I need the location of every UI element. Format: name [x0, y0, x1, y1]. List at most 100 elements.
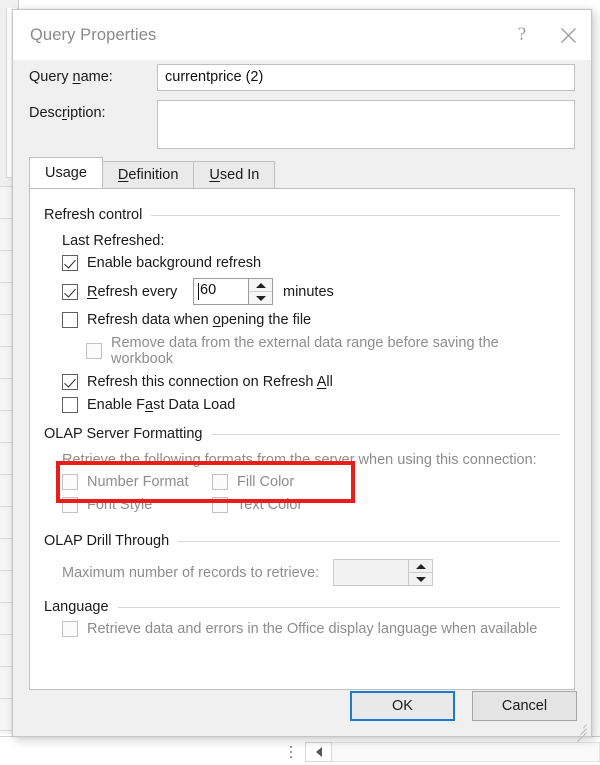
- olap-formatting-description: Retrieve the following formats from the …: [62, 452, 537, 468]
- checkbox-row-refresh-every[interactable]: Refresh every 60 minutes: [62, 278, 560, 305]
- max-records-increment-button: [409, 560, 432, 572]
- description-input[interactable]: [157, 100, 575, 149]
- group-refresh-control-body: Last Refreshed: Enable background refres…: [44, 223, 560, 413]
- group-language-body: Retrieve data and errors in the Office d…: [44, 615, 560, 637]
- close-icon: [560, 27, 576, 43]
- dialog-title: Query Properties: [30, 25, 157, 44]
- checkbox-row-font-style: Font Style: [62, 497, 212, 513]
- refresh-interval-stepper-buttons: [248, 279, 272, 304]
- tab-strip: Usage Definition Used In: [29, 157, 575, 189]
- checkbox-row-number-format: Number Format: [62, 474, 212, 490]
- group-refresh-control-header: Refresh control: [44, 207, 560, 223]
- max-records-stepper: [333, 559, 434, 586]
- checkbox-row-enable-background-refresh[interactable]: Enable background refresh: [62, 255, 560, 271]
- group-olap-server-formatting-title: OLAP Server Formatting: [44, 426, 203, 442]
- triangle-down-icon: [255, 295, 266, 301]
- divider: [117, 606, 560, 608]
- resize-grip[interactable]: [574, 720, 587, 743]
- checkbox-number-format-label: Number Format: [87, 474, 189, 490]
- refresh-interval-input[interactable]: 60: [194, 279, 248, 304]
- group-refresh-control-title: Refresh control: [44, 207, 143, 223]
- query-name-label-text: Query name:: [29, 69, 113, 85]
- horizontal-scroll-left-button[interactable]: [305, 742, 332, 762]
- group-olap-drill-through-body: Maximum number of records to retrieve:: [44, 549, 560, 586]
- checkbox-row-refresh-all[interactable]: Refresh this connection on Refresh All: [62, 374, 560, 390]
- refresh-interval-increment-button[interactable]: [249, 279, 272, 291]
- checkbox-text-color: [212, 497, 228, 513]
- refresh-interval-stepper[interactable]: 60: [193, 278, 273, 305]
- triangle-up-icon: [255, 282, 266, 288]
- dialog-title-bar[interactable]: Query Properties ?: [13, 10, 591, 60]
- checkbox-fill-color: [212, 474, 228, 490]
- checkbox-remove-data-label: Remove data from the external data range…: [111, 335, 499, 367]
- refresh-interval-decrement-button[interactable]: [249, 291, 272, 304]
- checkbox-remove-data: [86, 343, 102, 359]
- max-records-stepper-buttons: [408, 560, 433, 585]
- max-records-decrement-button: [409, 572, 433, 585]
- olap-formatting-options-row-1: Number Format Fill Color: [62, 474, 560, 497]
- usage-tab-panel: Refresh control Last Refreshed: Enable b…: [29, 188, 575, 690]
- max-records-label: Maximum number of records to retrieve:: [62, 564, 320, 581]
- description-row: Description:: [29, 100, 575, 149]
- checkbox-font-style-label: Font Style: [87, 497, 153, 513]
- checkbox-refresh-every[interactable]: [62, 283, 78, 300]
- group-olap-drill-through-header: OLAP Drill Through: [44, 533, 560, 549]
- group-refresh-control: Refresh control Last Refreshed: Enable b…: [44, 207, 560, 413]
- cancel-button[interactable]: Cancel: [472, 691, 577, 721]
- checkbox-text-color-label: Text Color: [237, 497, 303, 513]
- close-button[interactable]: [545, 10, 591, 60]
- divider: [151, 214, 560, 216]
- olap-column-left-1: Number Format: [62, 474, 212, 497]
- divider: [178, 540, 560, 542]
- checkbox-number-format: [62, 474, 78, 490]
- checkbox-row-fast-data-load[interactable]: Enable Fast Data Load: [62, 397, 560, 413]
- tab-definition-label: Definition: [117, 167, 179, 183]
- tab-used-in[interactable]: Used In: [193, 161, 276, 189]
- checkbox-row-remove-data: Remove data from the external data range…: [62, 335, 560, 367]
- checkbox-refresh-all[interactable]: [62, 374, 78, 390]
- title-bar-buttons: ?: [499, 10, 591, 60]
- checkbox-fast-data-load-label: Enable Fast Data Load: [87, 397, 236, 413]
- group-language-title: Language: [44, 599, 109, 615]
- olap-formatting-options-row-2: Font Style Text Color: [62, 497, 560, 520]
- last-refreshed-label: Last Refreshed:: [62, 233, 165, 249]
- olap-column-left-2: Font Style: [62, 497, 212, 520]
- query-name-input[interactable]: currentprice (2): [157, 64, 575, 91]
- checkbox-enable-background-refresh-label: Enable background refresh: [87, 255, 262, 271]
- checkbox-refresh-all-label: Refresh this connection on Refresh All: [87, 374, 333, 390]
- dialog-header-fields: Query name: currentprice (2) Description…: [13, 60, 591, 149]
- tab-definition[interactable]: Definition: [101, 161, 195, 189]
- checkbox-row-text-color: Text Color: [212, 497, 362, 513]
- group-olap-server-formatting: OLAP Server Formatting Retrieve the foll…: [44, 426, 560, 520]
- description-label-text: Description:: [29, 105, 106, 121]
- sheet-tab-split-handle[interactable]: [290, 746, 293, 758]
- checkbox-font-style: [62, 497, 78, 513]
- tab-used-in-label: Used In: [209, 167, 260, 183]
- checkbox-row-fill-color: Fill Color: [212, 474, 362, 490]
- olap-column-right-2: Text Color: [212, 497, 362, 520]
- help-button[interactable]: ?: [499, 10, 545, 60]
- checkbox-refresh-every-label: Refresh every: [87, 283, 178, 300]
- group-olap-server-formatting-body: Retrieve the following formats from the …: [44, 442, 560, 520]
- horizontal-scrollbar-track[interactable]: [332, 742, 600, 762]
- checkbox-row-refresh-on-open[interactable]: Refresh data when opening the file: [62, 312, 560, 328]
- group-language: Language Retrieve data and errors in the…: [44, 599, 560, 637]
- query-properties-dialog: Query Properties ? Query name: currentpr…: [12, 9, 592, 743]
- tab-usage[interactable]: Usage: [29, 157, 103, 188]
- question-mark-icon: ?: [517, 24, 527, 45]
- checkbox-office-display-language: [62, 621, 78, 637]
- triangle-up-icon: [415, 563, 426, 569]
- query-name-row: Query name: currentprice (2): [29, 64, 575, 91]
- description-label: Description:: [29, 100, 157, 121]
- checkbox-fill-color-label: Fill Color: [237, 474, 295, 490]
- refresh-interval-unit-label: minutes: [283, 283, 334, 300]
- checkbox-fast-data-load[interactable]: [62, 397, 78, 413]
- max-records-row: Maximum number of records to retrieve:: [62, 559, 560, 586]
- group-language-header: Language: [44, 599, 560, 615]
- checkbox-enable-background-refresh[interactable]: [62, 255, 78, 271]
- group-olap-drill-through-title: OLAP Drill Through: [44, 533, 170, 549]
- checkbox-refresh-on-open[interactable]: [62, 312, 78, 328]
- divider: [211, 433, 560, 435]
- ok-button[interactable]: OK: [350, 691, 455, 721]
- max-records-input: [334, 560, 408, 585]
